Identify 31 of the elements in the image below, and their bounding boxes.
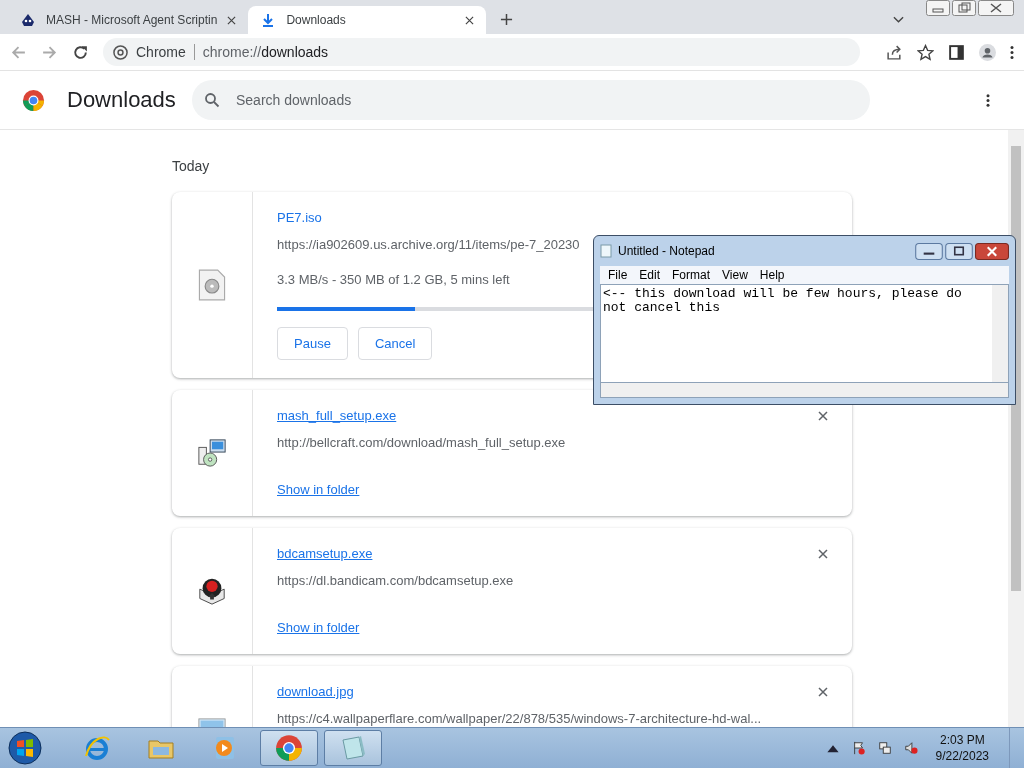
clock-date: 9/22/2023 [935, 748, 989, 764]
file-name-link[interactable]: PE7.iso [277, 210, 322, 225]
download-status: 3.3 MB/s - 350 MB of 1.2 GB, 5 mins left [277, 272, 510, 287]
page-title: Downloads [67, 87, 177, 113]
show-in-folder-link[interactable]: Show in folder [277, 482, 360, 497]
url-text: chrome://downloads [202, 44, 329, 60]
browser-tab[interactable]: MASH - Microsoft Agent Scriptin [8, 6, 249, 34]
source-url: http://bellcraft.com/download/mash_full_setup.exe [277, 435, 566, 450]
download-action-button[interactable]: Pause [277, 327, 348, 360]
taskbar-clock[interactable]: 2:03 PM 9/22/2023 [935, 732, 989, 764]
menu-item[interactable]: Help [755, 268, 793, 282]
search-field[interactable]: Search downloads [192, 80, 870, 120]
source-url: https://c4.wallpaperflare.com/wallpaper/22/878/535/windows-7-architecture-hd-wal... [277, 711, 762, 726]
file-name-link[interactable]: mash_full_setup.exe [277, 408, 397, 423]
source-url: https://ia902609.us.archive.org/11/items/pe-7_20230 [277, 237, 580, 252]
file-name-link[interactable]: bdcamsetup.exe [277, 546, 373, 561]
date-heading: Today [172, 158, 211, 174]
menu-item[interactable]: Format [668, 268, 719, 282]
menu-item[interactable]: File [604, 268, 636, 282]
menu-item[interactable]: View [718, 268, 756, 282]
browser-tab[interactable]: Downloads [248, 6, 487, 34]
menu-item[interactable]: Edit [635, 268, 669, 282]
address-bar[interactable]: Chrome chrome://downloads [103, 38, 860, 66]
clock-time: 2:03 PM [939, 732, 985, 748]
search-input[interactable]: Search downloads [234, 91, 858, 109]
source-url: https://dl.bandicam.com/bdcamsetup.exe [277, 573, 514, 588]
window-title: Untitled - Notepad [618, 244, 715, 258]
file-name-link[interactable]: download.jpg [277, 684, 354, 699]
download-action-button[interactable]: Cancel [357, 327, 433, 360]
show-in-folder-link[interactable]: Show in folder [277, 620, 360, 635]
site-label: Chrome [136, 44, 186, 60]
